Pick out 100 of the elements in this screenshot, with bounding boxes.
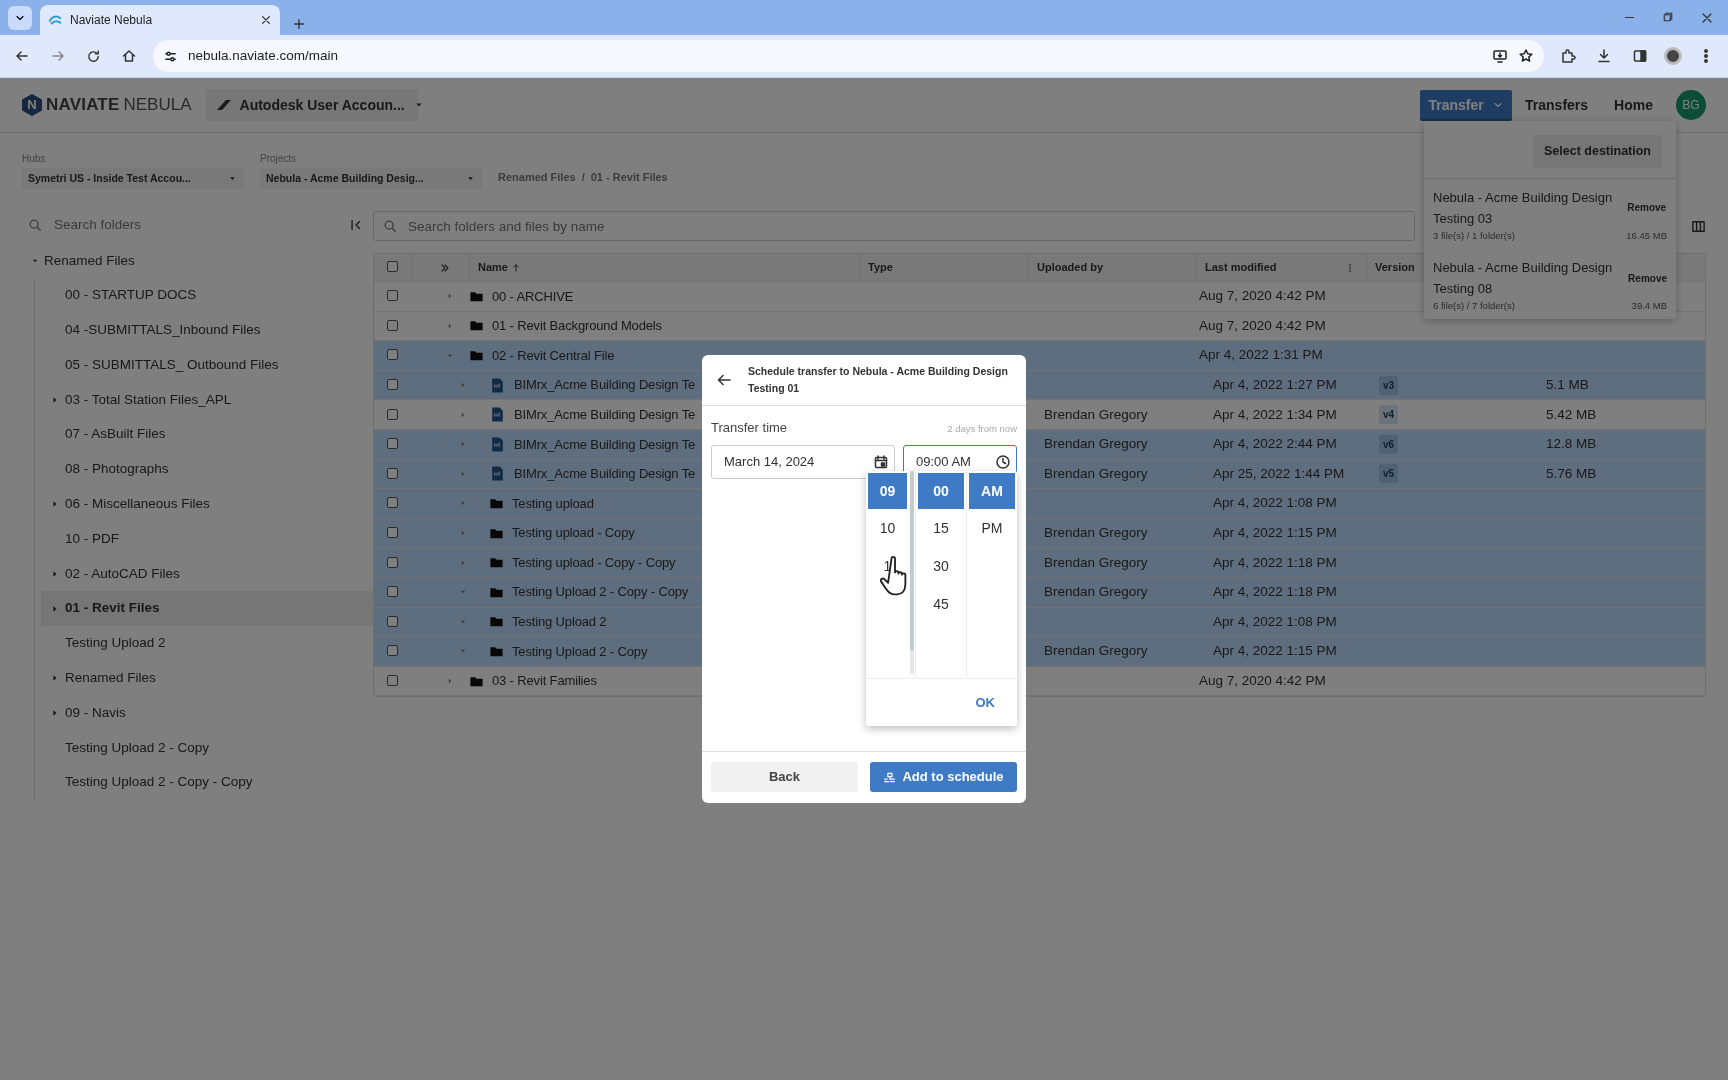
user-avatar[interactable]: BG xyxy=(1676,90,1706,120)
back-arrow-icon[interactable] xyxy=(716,372,732,388)
search-field[interactable]: Search folders xyxy=(52,213,339,237)
tree-item[interactable]: 09 - Navis xyxy=(41,695,373,731)
breadcrumb-separator: / xyxy=(581,170,585,185)
tree-item[interactable]: Testing Upload 2 - Copy - Copy xyxy=(41,765,373,800)
collapse-icon[interactable] xyxy=(349,218,363,232)
file-name[interactable]: Testing upload - Copy - Copy xyxy=(512,552,676,573)
tree-item[interactable]: 06 - Miscellaneous Files xyxy=(41,486,373,522)
caret-icon[interactable] xyxy=(51,708,59,717)
restore-icon[interactable] xyxy=(1662,10,1674,23)
time-option[interactable]: 00 xyxy=(918,473,964,509)
file-name[interactable]: 00 - ARCHIVE xyxy=(492,286,574,307)
checkbox[interactable] xyxy=(387,556,398,568)
profile-icon[interactable] xyxy=(1664,47,1682,65)
file-icon xyxy=(489,465,506,483)
file-name[interactable]: BIMrx_Acme Building Design Te xyxy=(514,434,696,454)
caret-icon[interactable] xyxy=(51,500,59,509)
checkbox[interactable] xyxy=(387,645,398,657)
tree-item[interactable]: 10 - PDF xyxy=(41,521,373,557)
select-destination-button[interactable]: Select destination xyxy=(1533,135,1662,168)
address-bar[interactable]: nebula.naviate.com/main xyxy=(153,40,1544,72)
checkbox[interactable] xyxy=(387,261,398,273)
tree-item[interactable]: 00 - STARTUP DOCS xyxy=(41,278,373,313)
tree-item[interactable]: Testing Upload 2 - Copy xyxy=(41,730,373,766)
remove-link[interactable]: Remove xyxy=(1626,200,1667,216)
file-name[interactable]: 02 - Revit Central File xyxy=(492,345,615,366)
tree-item[interactable]: 02 - AutoCAD Files xyxy=(41,556,373,592)
checkbox[interactable] xyxy=(387,586,398,598)
back-button[interactable]: Back xyxy=(711,762,858,792)
checkbox[interactable] xyxy=(387,290,398,302)
home-icon[interactable] xyxy=(121,48,137,64)
checkbox[interactable] xyxy=(387,467,398,479)
extensions-icon[interactable] xyxy=(1560,48,1576,64)
tree-item[interactable]: Renamed Files xyxy=(22,244,373,278)
calendar-icon[interactable] xyxy=(873,453,889,470)
file-name[interactable]: Testing upload - Copy xyxy=(512,523,635,543)
transfer-button[interactable]: Transfer xyxy=(1420,89,1513,121)
caret-icon[interactable] xyxy=(51,604,59,613)
caret-icon[interactable] xyxy=(51,674,59,683)
column-header[interactable]: Last modified xyxy=(1205,259,1277,276)
forward-icon[interactable] xyxy=(50,48,66,64)
checkbox[interactable] xyxy=(387,408,398,420)
breadcrumb-link[interactable]: 01 - Revit Files xyxy=(590,169,668,186)
reload-icon[interactable] xyxy=(86,48,101,64)
breadcrumb-link[interactable]: Renamed Files xyxy=(498,169,576,186)
table-cell-text: Apr 25, 2022 1:44 PM xyxy=(1213,464,1345,483)
column-header[interactable]: Version xyxy=(1375,259,1415,276)
tree-item[interactable]: 03 - Total Station Files_APL xyxy=(41,382,373,418)
checkbox[interactable] xyxy=(387,497,398,509)
file-name[interactable]: Testing Upload 2 - Copy - Copy xyxy=(512,582,689,602)
download-icon[interactable] xyxy=(1596,48,1612,64)
checkbox[interactable] xyxy=(387,615,398,627)
file-name[interactable]: BIMrx_Acme Building Design Te xyxy=(514,404,696,425)
caret-icon[interactable] xyxy=(51,569,59,578)
close-icon[interactable] xyxy=(260,14,272,26)
tree-item[interactable]: 07 - AsBuilt Files xyxy=(41,417,373,452)
back-icon[interactable] xyxy=(14,48,30,64)
column-header[interactable]: Type xyxy=(868,259,893,276)
tree-item[interactable]: 05 - SUBMITTALS_ Outbound Files xyxy=(41,347,373,383)
star-icon[interactable] xyxy=(1518,48,1534,64)
checkbox[interactable] xyxy=(387,526,398,538)
project-select[interactable]: Nebula - Acme Building Desig... xyxy=(260,168,482,189)
hub-select[interactable]: Symetri US - Inside Test Accou... xyxy=(22,168,244,189)
tree-item[interactable]: 01 - Revit Files xyxy=(41,591,373,626)
tab-search-button[interactable] xyxy=(8,6,32,30)
date-field[interactable]: March 14, 2024 xyxy=(711,444,895,479)
side-panel-icon[interactable] xyxy=(1632,48,1648,64)
sort-arrow-icon[interactable] xyxy=(510,262,521,273)
time-option[interactable]: 09 xyxy=(868,473,907,509)
caret-icon[interactable] xyxy=(51,395,59,404)
add-to-schedule-button[interactable]: Add to schedule xyxy=(870,762,1017,792)
file-name[interactable]: Testing Upload 2 - Copy xyxy=(512,641,648,662)
file-name[interactable]: Testing Upload 2 xyxy=(512,612,607,632)
column-header[interactable]: Name xyxy=(478,259,508,276)
browser-tab[interactable]: Naviate Nebula xyxy=(40,5,280,35)
file-name[interactable]: BIMrx_Acme Building Design Te xyxy=(514,375,696,395)
time-option[interactable]: AM xyxy=(969,473,1015,509)
checkbox[interactable] xyxy=(387,378,398,390)
tree-item[interactable]: 04 -SUBMITTALS_Inbound Files xyxy=(41,312,373,348)
checkbox[interactable] xyxy=(387,674,398,686)
nav-link[interactable]: Home xyxy=(1601,94,1666,116)
install-icon[interactable] xyxy=(1492,48,1508,64)
checkbox[interactable] xyxy=(387,319,398,331)
checkbox[interactable] xyxy=(387,438,398,450)
nav-link[interactable]: Transfers xyxy=(1512,94,1602,116)
file-name[interactable]: BIMrx_Acme Building Design Te xyxy=(514,464,696,484)
columns-icon[interactable] xyxy=(1691,218,1706,234)
checkbox[interactable] xyxy=(387,349,398,361)
file-name[interactable]: 01 - Revit Background Models xyxy=(492,316,662,336)
tree-item[interactable]: Renamed Files xyxy=(41,660,373,696)
clock-icon[interactable] xyxy=(995,453,1011,470)
file-name[interactable]: 03 - Revit Families xyxy=(492,671,597,691)
column-header[interactable]: Uploaded by xyxy=(1037,259,1103,276)
tree-item[interactable]: Testing Upload 2 xyxy=(41,625,373,661)
new-tab-icon[interactable] xyxy=(292,17,306,31)
file-name[interactable]: Testing upload xyxy=(512,493,594,514)
tree-item[interactable]: 08 - Photographs xyxy=(41,452,373,487)
search-field[interactable]: Search folders and files by name xyxy=(373,211,1415,241)
table-cell-text: Brendan Gregory xyxy=(1044,553,1148,572)
